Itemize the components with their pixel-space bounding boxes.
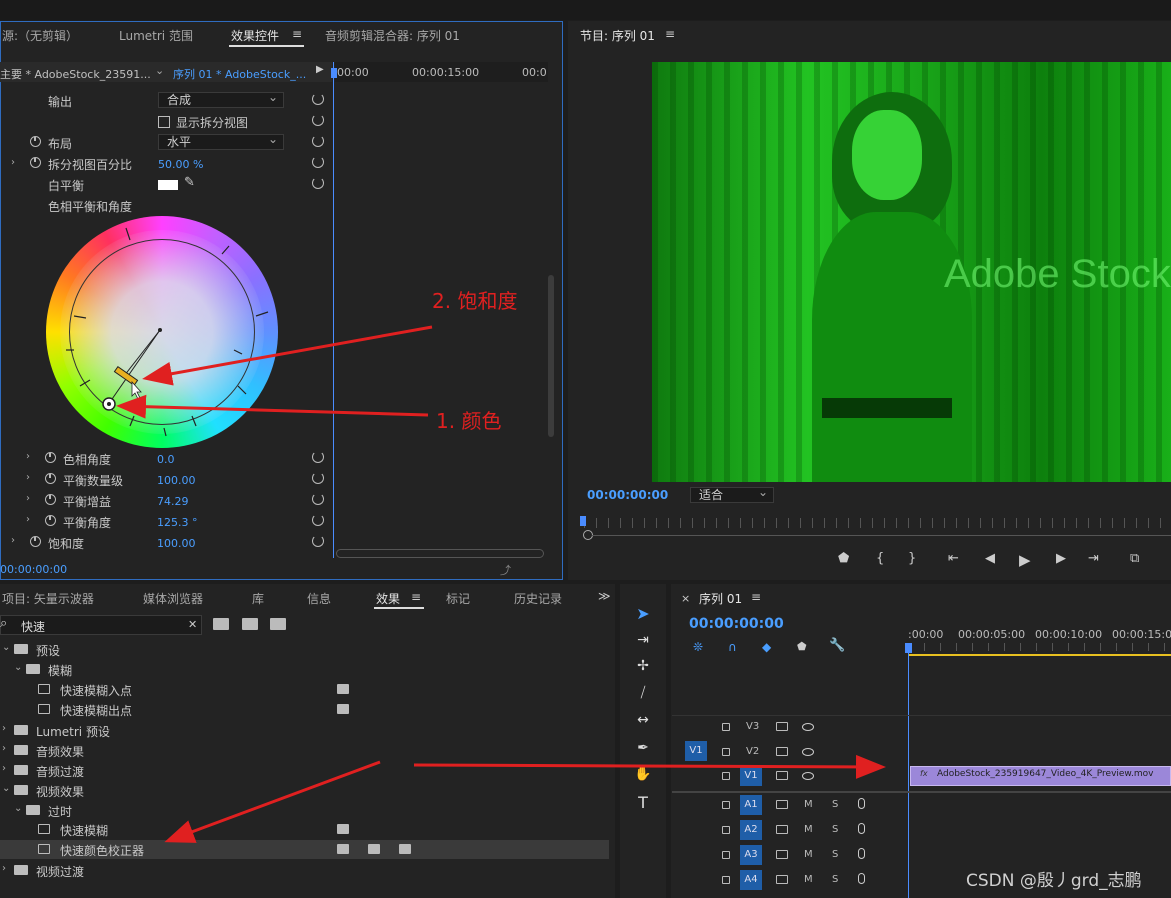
annotation-color: 1. 颜色 [436, 409, 502, 433]
annotation-arrows [116, 325, 886, 843]
csdn-watermark: CSDN @殷丿grd_志鹏 [966, 871, 1142, 891]
annotation-saturation: 2. 饱和度 [432, 289, 518, 313]
